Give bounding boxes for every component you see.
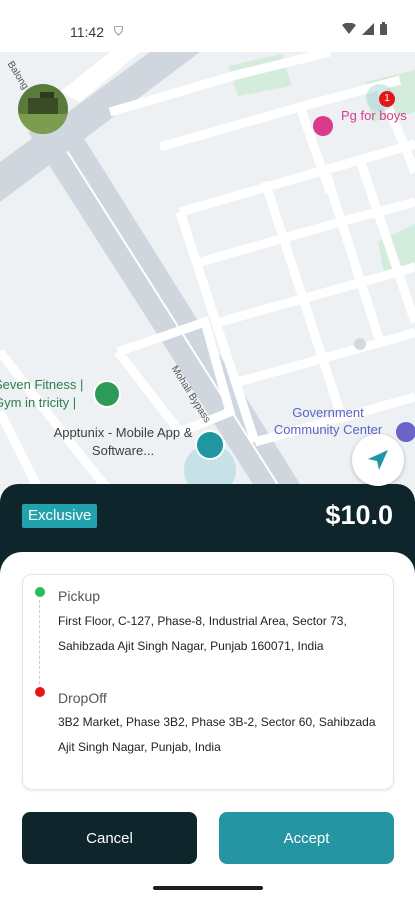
pickup-label: Pickup	[58, 588, 101, 604]
community-center-icon[interactable]	[396, 422, 415, 442]
notification-badge: 1	[379, 91, 395, 107]
signal-icon	[362, 22, 374, 35]
status-time: 11:42	[70, 24, 104, 40]
accept-button[interactable]: Accept	[219, 812, 394, 864]
map-view[interactable]: Balong Mohali Bypass Pg for boys 1 Seven…	[0, 52, 415, 492]
navigate-button[interactable]	[352, 434, 404, 486]
dropoff-address: 3B2 Market, Phase 3B2, Phase 3B-2, Secto…	[58, 715, 376, 754]
status-icons	[342, 22, 387, 35]
exclusive-badge: Exclusive	[22, 504, 98, 528]
pickup-dot-icon	[35, 587, 45, 597]
navigation-arrow-icon	[368, 450, 388, 470]
shield-icon: ⛉	[114, 24, 124, 38]
route-connector	[39, 600, 40, 684]
dropoff-label: DropOff	[58, 690, 107, 706]
place-label-government: Government Community Center	[273, 405, 383, 437]
status-bar: 11:42 ⛉	[0, 0, 415, 52]
dropoff-dot-icon	[35, 687, 45, 697]
home-indicator[interactable]	[153, 886, 263, 890]
location-marker-icon[interactable]	[195, 430, 225, 460]
place-label-apptunix: Apptunix - Mobile App & Software...	[53, 425, 193, 458]
cancel-button[interactable]: Cancel	[22, 812, 197, 864]
gym-icon[interactable]	[93, 380, 121, 408]
place-label-pg: Pg for boys	[341, 108, 407, 123]
avatar[interactable]	[18, 84, 68, 134]
bed-icon[interactable]	[313, 116, 333, 136]
wifi-icon	[342, 22, 356, 34]
pickup-address: First Floor, C-127, Phase-8, Industrial …	[58, 614, 347, 653]
battery-icon	[380, 22, 387, 35]
ride-price: $10.0	[325, 500, 393, 530]
place-label-fitness: Seven Fitness | Gym in tricity |	[0, 377, 84, 410]
